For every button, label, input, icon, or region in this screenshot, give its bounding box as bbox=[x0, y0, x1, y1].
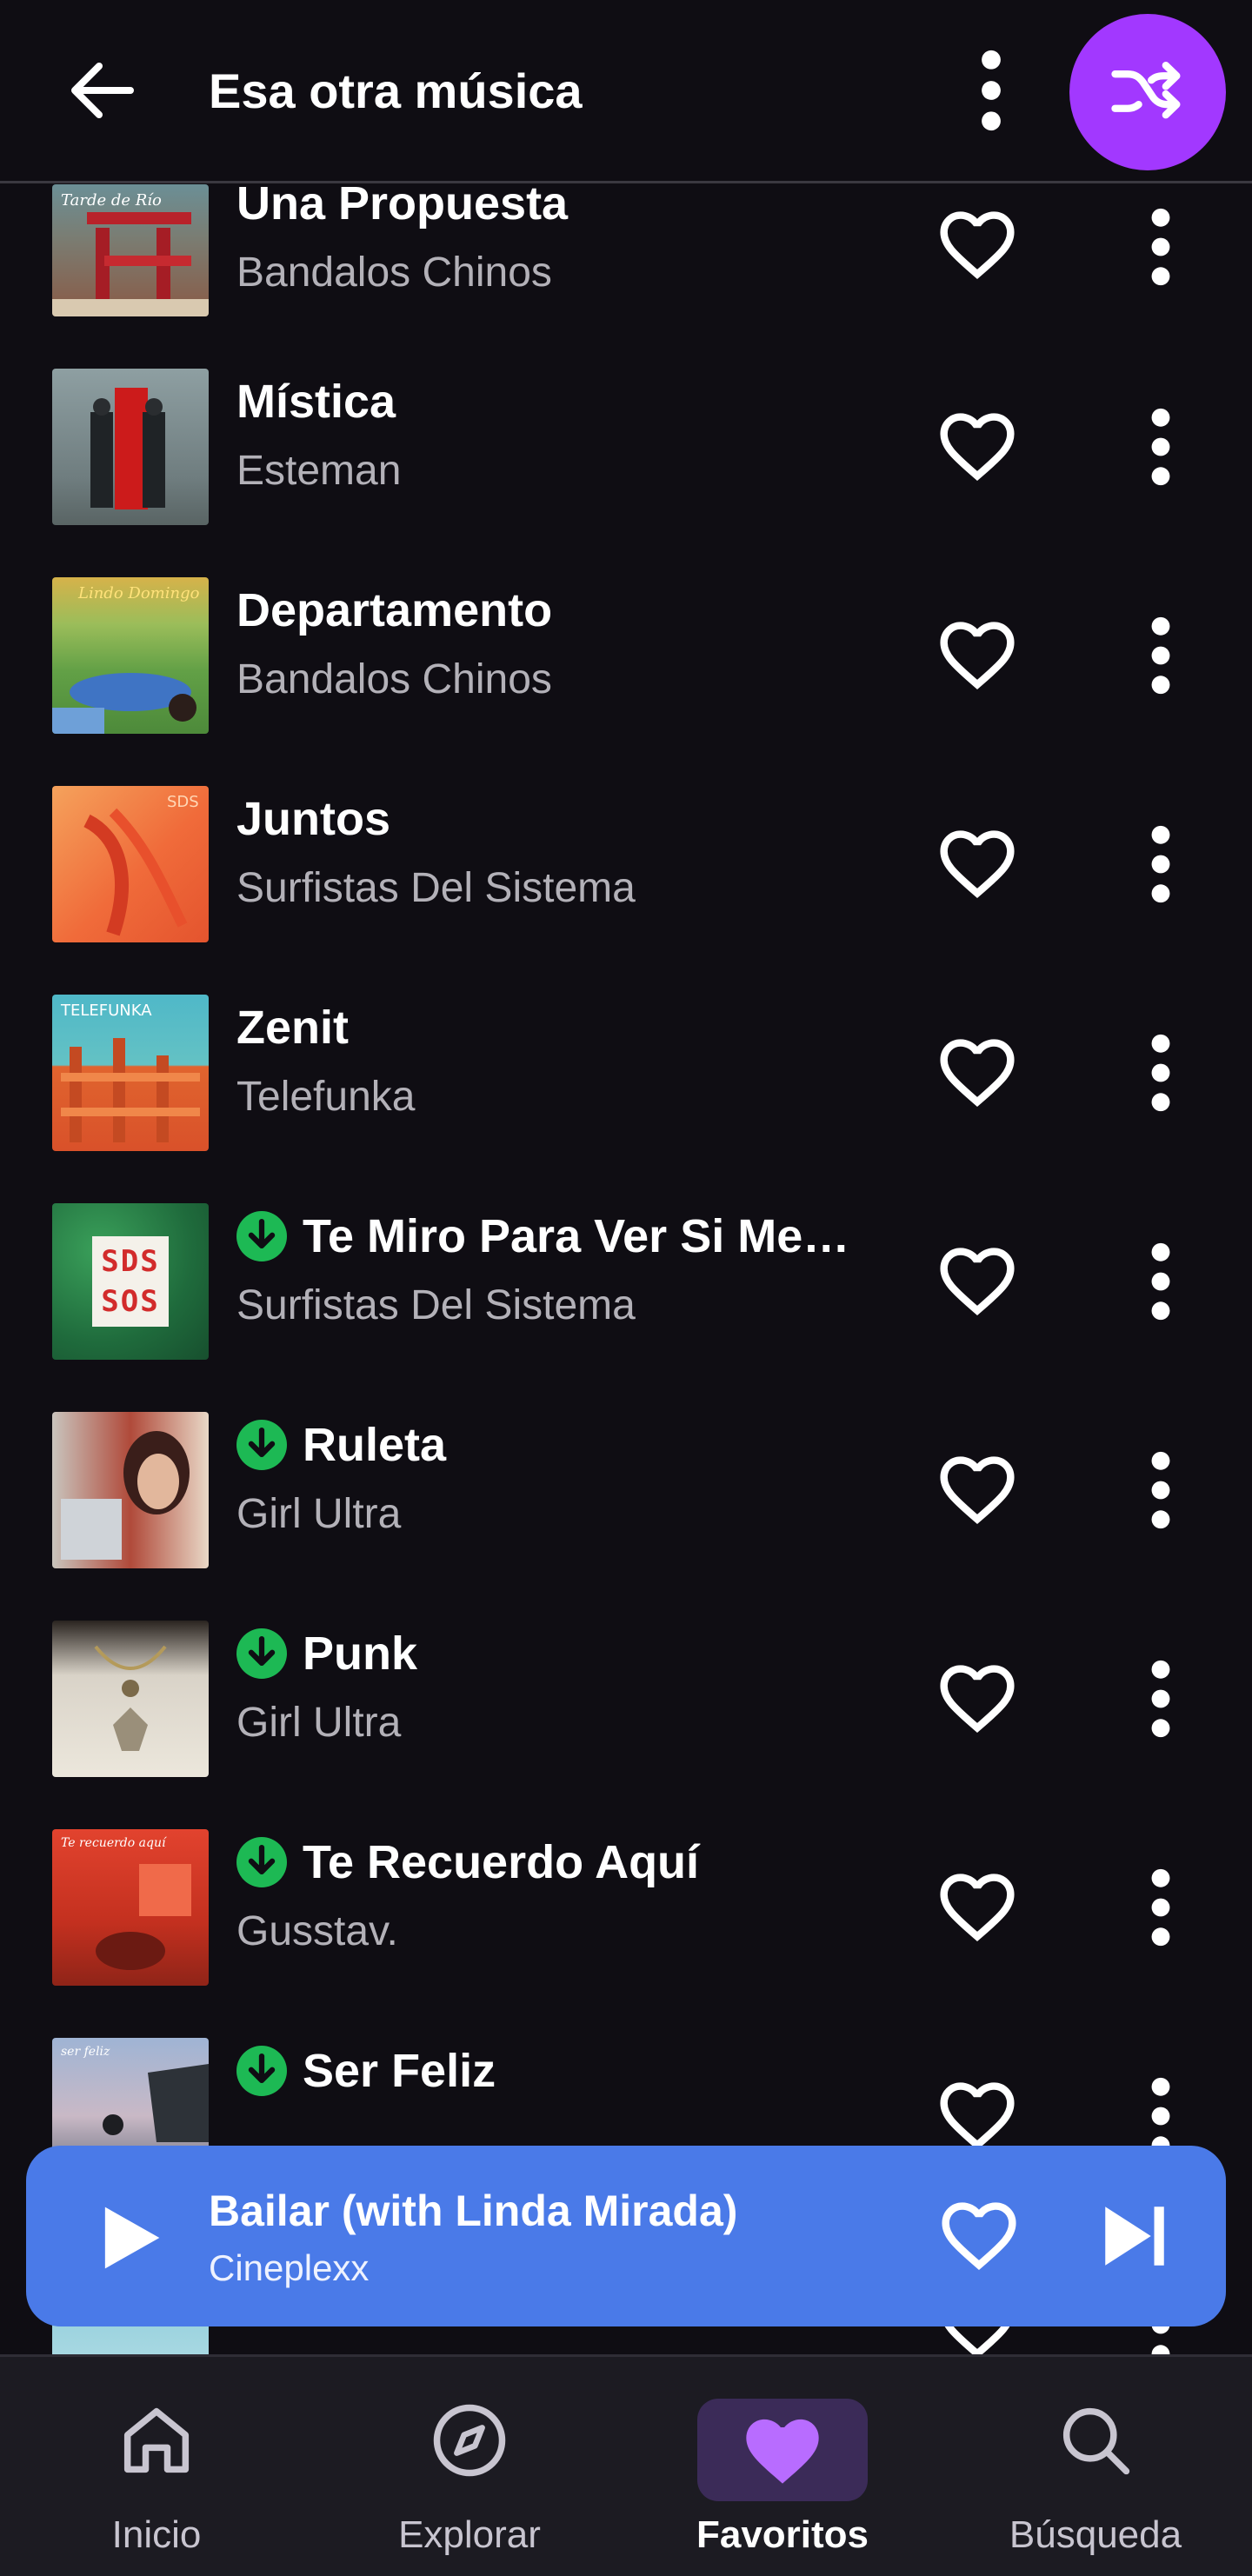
downloaded-icon bbox=[236, 2046, 287, 2096]
top-app-bar: Esa otra música bbox=[0, 0, 1252, 183]
song-artist: Girl Ultra bbox=[236, 1700, 402, 1746]
more-options-icon[interactable] bbox=[1135, 1450, 1187, 1530]
heart-outline-icon[interactable] bbox=[937, 1867, 1017, 1942]
song-artist: Gusstav. bbox=[236, 1908, 398, 1954]
more-options-icon[interactable] bbox=[1135, 1867, 1187, 1947]
nav-item-busqueda[interactable]: Búsqueda bbox=[939, 2357, 1252, 2576]
more-options-icon[interactable] bbox=[1135, 2076, 1187, 2156]
skip-next-icon[interactable] bbox=[1096, 2194, 1174, 2278]
song-list[interactable]: Tarde de Río Una Propuesta Bandalos Chin… bbox=[0, 0, 1252, 2356]
song-title: Ruleta bbox=[236, 1415, 446, 1474]
song-artist: Telefunka bbox=[236, 1074, 416, 1120]
song-title: Ser Feliz bbox=[236, 2041, 496, 2100]
song-artist: Bandalos Chinos bbox=[236, 656, 552, 702]
song-title: Te Miro Para Ver Si Me… bbox=[236, 1207, 849, 1266]
heart-outline-icon[interactable] bbox=[937, 616, 1017, 690]
shuffle-button[interactable] bbox=[1069, 14, 1226, 170]
list-item[interactable]: Lindo Domingo Departamento Bandalos Chin… bbox=[0, 577, 1252, 786]
album-art-text: ser feliz bbox=[61, 2045, 110, 2059]
album-art: Lindo Domingo bbox=[52, 577, 209, 734]
album-art bbox=[52, 369, 209, 525]
heart-outline-icon[interactable] bbox=[937, 1033, 1017, 1108]
album-art: SDS SOS bbox=[52, 1203, 209, 1360]
search-icon bbox=[1062, 2407, 1130, 2475]
song-artist: Esteman bbox=[236, 448, 402, 494]
more-options-icon[interactable] bbox=[1135, 616, 1187, 696]
more-options-icon[interactable] bbox=[1135, 1241, 1187, 1321]
nav-label: Inicio bbox=[111, 2513, 202, 2556]
heart-outline-icon[interactable] bbox=[937, 407, 1017, 482]
song-title: Te Recuerdo Aquí bbox=[236, 1833, 699, 1892]
back-arrow-icon[interactable] bbox=[61, 49, 144, 132]
list-item[interactable]: Mística Esteman bbox=[0, 369, 1252, 577]
downloaded-icon bbox=[236, 1211, 287, 1261]
album-art bbox=[52, 1621, 209, 1777]
nav-item-explorar[interactable]: Explorar bbox=[313, 2357, 626, 2576]
heart-outline-icon[interactable] bbox=[937, 1450, 1017, 1525]
album-art-text: Te recuerdo aquí bbox=[61, 1836, 166, 1850]
album-art: Tarde de Río bbox=[52, 184, 209, 316]
list-item[interactable]: Te recuerdo aquí Te Recuerdo Aquí Gussta… bbox=[0, 1829, 1252, 2038]
home-icon bbox=[123, 2407, 190, 2473]
shuffle-icon bbox=[1111, 62, 1181, 119]
nav-label: Explorar bbox=[398, 2513, 541, 2556]
list-item[interactable]: TELEFUNKA Zenit Telefunka bbox=[0, 995, 1252, 1203]
play-icon[interactable] bbox=[87, 2194, 174, 2281]
song-title: Departamento bbox=[236, 584, 553, 636]
downloaded-icon bbox=[236, 1420, 287, 1470]
album-art: TELEFUNKA bbox=[52, 995, 209, 1151]
heart-outline-icon[interactable] bbox=[937, 205, 1017, 280]
now-playing-title: Bailar (with Linda Mirada) bbox=[209, 2187, 738, 2235]
more-options-icon[interactable] bbox=[1135, 824, 1187, 904]
song-artist: Girl Ultra bbox=[236, 1491, 402, 1537]
heart-outline-icon[interactable] bbox=[937, 824, 1017, 899]
album-art bbox=[52, 1412, 209, 1568]
list-item[interactable]: Ruleta Girl Ultra bbox=[0, 1412, 1252, 1621]
album-art: Te recuerdo aquí bbox=[52, 1829, 209, 1986]
heart-outline-icon[interactable] bbox=[937, 1659, 1017, 1734]
compass-icon bbox=[433, 2404, 506, 2477]
list-item[interactable]: SDS SOS Te Miro Para Ver Si Me… Surfista… bbox=[0, 1203, 1252, 1412]
nav-item-favoritos[interactable]: Favoritos bbox=[626, 2357, 939, 2576]
song-artist: Surfistas Del Sistema bbox=[236, 865, 636, 911]
nav-label: Búsqueda bbox=[1009, 2513, 1182, 2556]
more-options-icon[interactable] bbox=[1135, 407, 1187, 487]
album-art-text: Tarde de Río bbox=[61, 191, 162, 210]
album-art: SDS bbox=[52, 786, 209, 942]
now-playing-artist: Cineplexx bbox=[209, 2247, 370, 2288]
list-item[interactable]: Tarde de Río Una Propuesta Bandalos Chin… bbox=[0, 160, 1252, 369]
nav-item-inicio[interactable]: Inicio bbox=[0, 2357, 313, 2576]
heart-outline-icon[interactable] bbox=[937, 1241, 1017, 1316]
song-title: Juntos bbox=[236, 793, 391, 845]
more-options-icon[interactable] bbox=[965, 49, 1017, 132]
list-item[interactable]: Punk Girl Ultra bbox=[0, 1621, 1252, 1829]
mini-player[interactable]: Bailar (with Linda Mirada) Cineplexx bbox=[26, 2146, 1226, 2326]
song-title: Zenit bbox=[236, 1002, 349, 1054]
more-options-icon[interactable] bbox=[1135, 1659, 1187, 1739]
list-item[interactable]: SDS Juntos Surfistas Del Sistema bbox=[0, 786, 1252, 995]
more-options-icon[interactable] bbox=[1135, 207, 1187, 287]
bottom-navigation: Inicio Explorar Favoritos Búsqueda bbox=[0, 2354, 1252, 2576]
album-art-text: Lindo Domingo bbox=[78, 584, 200, 602]
song-title: Punk bbox=[236, 1624, 417, 1683]
heart-icon bbox=[746, 2419, 819, 2484]
downloaded-icon bbox=[236, 1837, 287, 1887]
heart-outline-icon[interactable] bbox=[939, 2196, 1019, 2271]
heart-outline-icon[interactable] bbox=[937, 2076, 1017, 2151]
album-art-text: SDS bbox=[167, 793, 199, 811]
song-artist: Surfistas Del Sistema bbox=[236, 1282, 636, 1328]
downloaded-icon bbox=[236, 1628, 287, 1679]
album-art-text: SDS SOS bbox=[101, 1244, 160, 1319]
more-options-icon[interactable] bbox=[1135, 1033, 1187, 1113]
nav-label: Favoritos bbox=[696, 2513, 869, 2556]
song-artist: Bandalos Chinos bbox=[236, 250, 552, 296]
song-title: Mística bbox=[236, 376, 396, 428]
page-title: Esa otra música bbox=[209, 63, 583, 118]
album-art-text: TELEFUNKA bbox=[61, 1002, 152, 1020]
